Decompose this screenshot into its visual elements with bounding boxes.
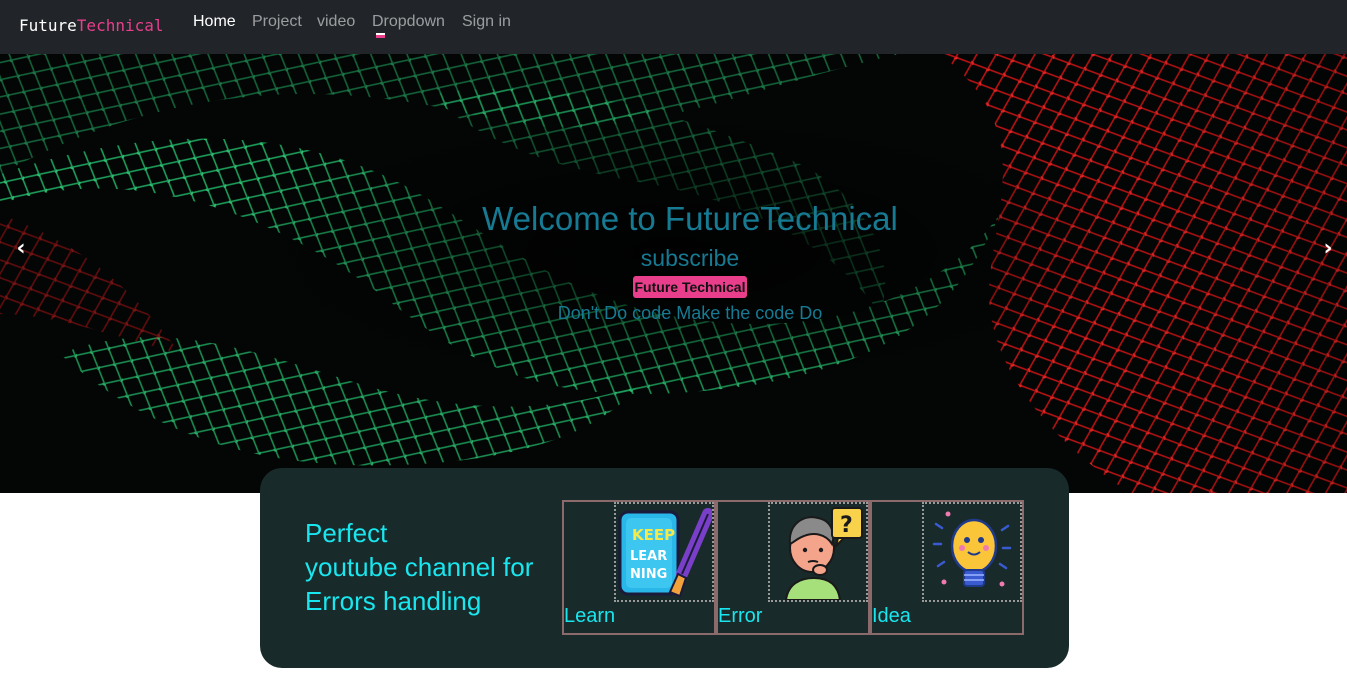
feature-panel: Perfect youtube channel for Errors handl… (260, 468, 1069, 668)
svg-text:KEEP: KEEP (632, 526, 675, 544)
hero-title: Welcome to FutureTechnical (482, 200, 898, 237)
card-learn[interactable]: KEEP LEAR NING Learn (562, 500, 716, 635)
lightbulb-icon (922, 502, 1022, 602)
card-idea[interactable]: Idea (870, 500, 1024, 635)
brand-logo[interactable]: FutureTechnical (19, 16, 164, 36)
navbar: FutureTechnical Home Project video Dropd… (0, 0, 1347, 54)
brand-future: Future (19, 16, 77, 35)
card-error[interactable]: ? Error (716, 500, 870, 635)
card-idea-label: Idea (872, 605, 911, 627)
svg-text:NING: NING (630, 567, 667, 582)
svg-text:LEAR: LEAR (630, 549, 667, 564)
carousel-next-icon[interactable]: › (1313, 234, 1343, 264)
carousel-prev-icon[interactable]: ‹ (6, 234, 36, 264)
carousel-caption: Welcome to FutureTechnical subscribe Fut… (390, 199, 990, 325)
thinking-person-icon: ? (768, 502, 868, 602)
card-learn-label: Learn (564, 605, 616, 627)
hero-carousel: ‹ › Welcome to FutureTechnical subscribe… (0, 54, 1347, 493)
svg-text:?: ? (840, 513, 853, 538)
nav-sign-in[interactable]: Sign in (462, 12, 511, 32)
hero-badge: Future Technical (632, 276, 748, 298)
keep-learning-icon: KEEP LEAR NING (614, 502, 714, 602)
dropdown-caret-icon[interactable] (376, 33, 385, 38)
nav-project[interactable]: Project (252, 12, 302, 32)
card-error-label: Error (718, 605, 763, 627)
hero-subtitle: subscribe (640, 245, 740, 271)
nav-dropdown[interactable]: Dropdown (372, 12, 445, 32)
nav-home[interactable]: Home (193, 12, 236, 32)
nav-video[interactable]: video (317, 12, 355, 32)
hero-tagline: Don't Do code Make the code Do (557, 303, 823, 323)
panel-heading: Perfect youtube channel for Errors handl… (305, 518, 534, 616)
brand-technical: Technical (76, 16, 164, 35)
